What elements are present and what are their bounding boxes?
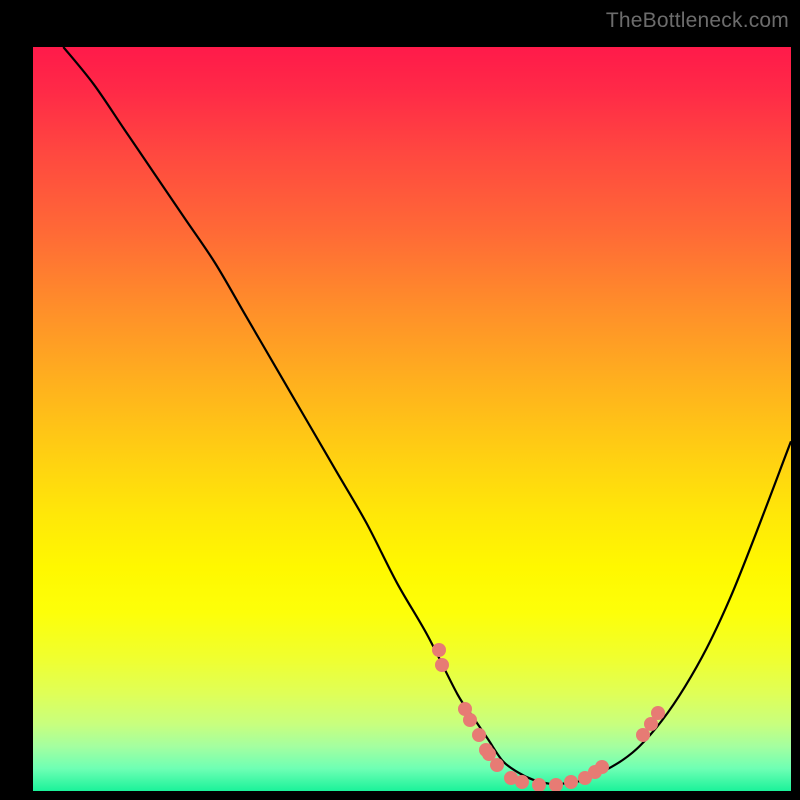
chart-data-point — [651, 706, 665, 720]
chart-data-point — [432, 643, 446, 657]
chart-data-point — [532, 778, 546, 791]
chart-plot-area — [33, 47, 791, 791]
chart-frame — [12, 12, 788, 788]
chart-data-point — [515, 775, 529, 789]
chart-data-point — [463, 713, 477, 727]
chart-data-point — [472, 728, 486, 742]
chart-data-point — [435, 658, 449, 672]
chart-gradient-bg — [33, 47, 791, 791]
chart-data-point — [490, 758, 504, 772]
chart-data-point — [564, 775, 578, 789]
watermark-text: TheBottleneck.com — [606, 9, 789, 33]
chart-data-point — [595, 760, 609, 774]
chart-data-point — [549, 778, 563, 791]
